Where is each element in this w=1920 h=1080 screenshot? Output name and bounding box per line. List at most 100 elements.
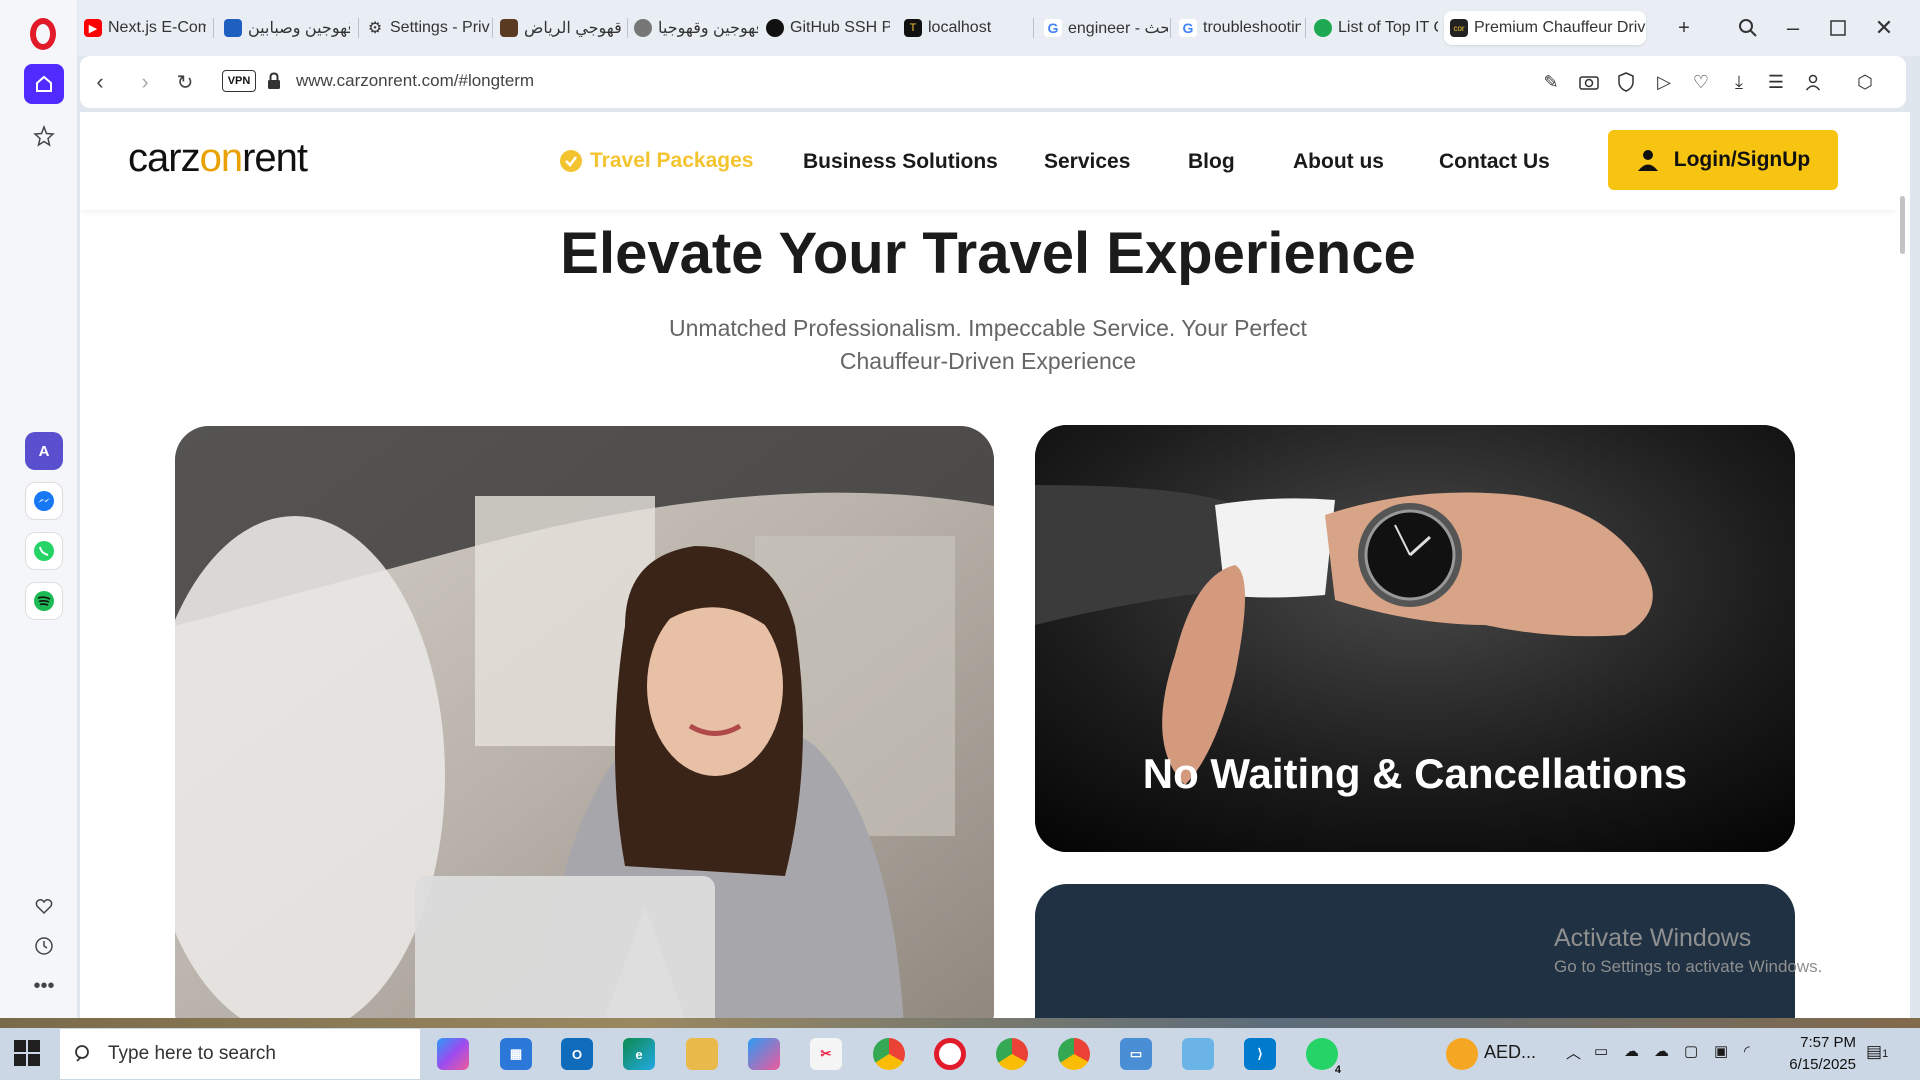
play-icon[interactable]: ▷: [1651, 69, 1677, 95]
camera-icon[interactable]: [1576, 69, 1602, 95]
nav-services[interactable]: Services: [1044, 150, 1130, 174]
tab-google-troubleshooting[interactable]: G troubleshootin: [1173, 13, 1301, 43]
tab-settings[interactable]: ⚙ Settings - Priva: [360, 13, 490, 43]
wifi-icon[interactable]: ◜: [1744, 1042, 1750, 1060]
spotify-icon[interactable]: [25, 582, 63, 620]
shield-icon[interactable]: [1613, 69, 1639, 95]
scroll-thumb[interactable]: [1900, 196, 1905, 254]
gear-icon: ⚙: [367, 20, 383, 37]
currency-widget[interactable]: AED...: [1484, 1042, 1536, 1063]
whatsapp-taskbar-icon[interactable]: 4: [1306, 1038, 1344, 1076]
opera-taskbar-icon[interactable]: [934, 1038, 966, 1070]
cloud-icon[interactable]: ☁: [1624, 1042, 1639, 1060]
browser-sidebar: A •••: [0, 0, 78, 1018]
tab-github[interactable]: GitHub SSH Pe: [760, 13, 890, 43]
tab-search-icon[interactable]: [1734, 14, 1762, 42]
maximize-icon[interactable]: [1824, 14, 1852, 42]
chrome-profile-3-icon[interactable]: [1058, 1038, 1090, 1070]
vscode-icon[interactable]: ⟩: [1244, 1038, 1276, 1070]
reload-icon[interactable]: ↻: [171, 68, 199, 96]
login-signup-button[interactable]: Login/SignUp: [1608, 130, 1838, 190]
minimize-icon[interactable]: –: [1779, 14, 1807, 42]
download-icon[interactable]: ⤓: [1726, 69, 1752, 95]
chrome-icon[interactable]: [873, 1038, 905, 1070]
lock-icon[interactable]: [267, 72, 281, 90]
nav-about[interactable]: About us: [1293, 150, 1384, 174]
tab-carzonrent[interactable]: cor Premium Chauffeur Drive: [1444, 11, 1646, 45]
tab-site-2[interactable]: قهوجي الرياض: [494, 13, 624, 43]
messenger-icon[interactable]: [25, 482, 63, 520]
store-icon[interactable]: ▦: [500, 1038, 532, 1070]
onedrive-icon[interactable]: ☁: [1654, 1042, 1669, 1060]
back-arrow-icon[interactable]: ‹: [86, 68, 114, 96]
tab-google-engineer[interactable]: G engineer - بحث: [1038, 13, 1168, 43]
display-icon[interactable]: ▣: [1714, 1042, 1728, 1060]
history-clock-icon[interactable]: [24, 926, 64, 966]
site-header: carzonrent Travel Packages Business Solu…: [80, 112, 1896, 210]
nav-blog[interactable]: Blog: [1188, 150, 1235, 174]
vpn-badge[interactable]: VPN: [222, 70, 256, 92]
globe-icon: [634, 19, 652, 37]
file-explorer-icon[interactable]: [686, 1038, 718, 1070]
tab-localhost[interactable]: T localhost: [898, 13, 1028, 43]
easy-setup-icon[interactable]: ☰: [1763, 69, 1789, 95]
page-viewport: carzonrent Travel Packages Business Solu…: [80, 112, 1896, 1018]
site-logo[interactable]: carzonrent: [128, 136, 308, 181]
tab-nextjs[interactable]: ▶ Next.js E-Comm: [78, 13, 206, 43]
new-tab-plus-icon[interactable]: +: [1670, 14, 1698, 42]
badge-icon: [560, 150, 582, 172]
nav-contact[interactable]: Contact Us: [1439, 150, 1550, 174]
meet-now-icon[interactable]: ▢: [1684, 1042, 1698, 1060]
whatsapp-icon[interactable]: [25, 532, 63, 570]
chevron-up-icon[interactable]: ︿: [1566, 1042, 1581, 1063]
hero-subtitle: Unmatched Professionalism. Impeccable Se…: [669, 315, 1307, 374]
url-field[interactable]: www.carzonrent.com/#longterm: [296, 71, 534, 91]
edge-icon[interactable]: e: [623, 1038, 655, 1070]
google-icon: G: [1179, 19, 1197, 37]
heart-icon[interactable]: [24, 886, 64, 926]
notes-icon[interactable]: [1182, 1038, 1214, 1070]
chauffeur-photo-card: [175, 426, 994, 1018]
currency-widget-icon[interactable]: [1446, 1038, 1478, 1070]
notification-center-icon[interactable]: ▤1: [1866, 1042, 1888, 1062]
more-dots-icon[interactable]: •••: [24, 966, 64, 1006]
youtube-icon: ▶: [84, 19, 102, 37]
favorites-heart-icon[interactable]: ♡: [1688, 69, 1714, 95]
remote-desktop-icon[interactable]: ▭: [1120, 1038, 1152, 1070]
tab-site-1[interactable]: قهوجين وصبابين: [218, 13, 350, 43]
coffee-icon: [500, 19, 518, 37]
woman-in-car-photo: [175, 426, 994, 1018]
github-icon: [766, 19, 784, 37]
edit-icon[interactable]: ✎: [1538, 69, 1564, 95]
close-icon[interactable]: ✕: [1870, 14, 1898, 42]
extensions-cube-icon[interactable]: ⬡: [1852, 69, 1878, 95]
address-bar: ‹ › ↻ VPN www.carzonrent.com/#longterm ✎…: [80, 56, 1906, 108]
t-icon: T: [904, 19, 922, 37]
chrome-profile-2-icon[interactable]: [996, 1038, 1028, 1070]
profile-icon[interactable]: [1800, 69, 1826, 95]
star-icon[interactable]: [24, 116, 64, 156]
windows-start-icon[interactable]: [14, 1040, 40, 1066]
page-scrollbar[interactable]: [1896, 112, 1910, 1018]
leaf-icon: [1314, 19, 1332, 37]
system-clock[interactable]: 7:57 PM 6/15/2025: [1776, 1032, 1856, 1076]
copilot-icon[interactable]: [437, 1038, 469, 1070]
nav-business-solutions[interactable]: Business Solutions: [803, 150, 998, 174]
m365-icon[interactable]: [748, 1038, 780, 1070]
desktop-wallpaper-strip: [0, 1018, 1920, 1028]
snipping-tool-icon[interactable]: ✂: [810, 1038, 842, 1070]
home-icon[interactable]: [24, 64, 64, 104]
tab-site-3[interactable]: قهوجين وقهوجيا: [628, 13, 758, 43]
card-caption: No Waiting & Cancellations: [1142, 750, 1688, 797]
site-favicon: [224, 19, 242, 37]
tab-top-it[interactable]: List of Top IT C: [1308, 13, 1438, 43]
nav-travel-packages[interactable]: Travel Packages: [558, 148, 753, 174]
opera-logo-icon[interactable]: [30, 18, 56, 50]
aria-ai-icon[interactable]: A: [25, 432, 63, 470]
no-waiting-card[interactable]: No Waiting & Cancellations: [1035, 425, 1795, 852]
taskbar-search-box[interactable]: Type here to search: [60, 1029, 420, 1079]
activation-watermark: Activate Windows Go to Settings to activ…: [1554, 924, 1823, 976]
outlook-icon[interactable]: O: [561, 1038, 593, 1070]
battery-icon[interactable]: ▭: [1594, 1042, 1608, 1060]
forward-arrow-icon[interactable]: ›: [131, 68, 159, 96]
